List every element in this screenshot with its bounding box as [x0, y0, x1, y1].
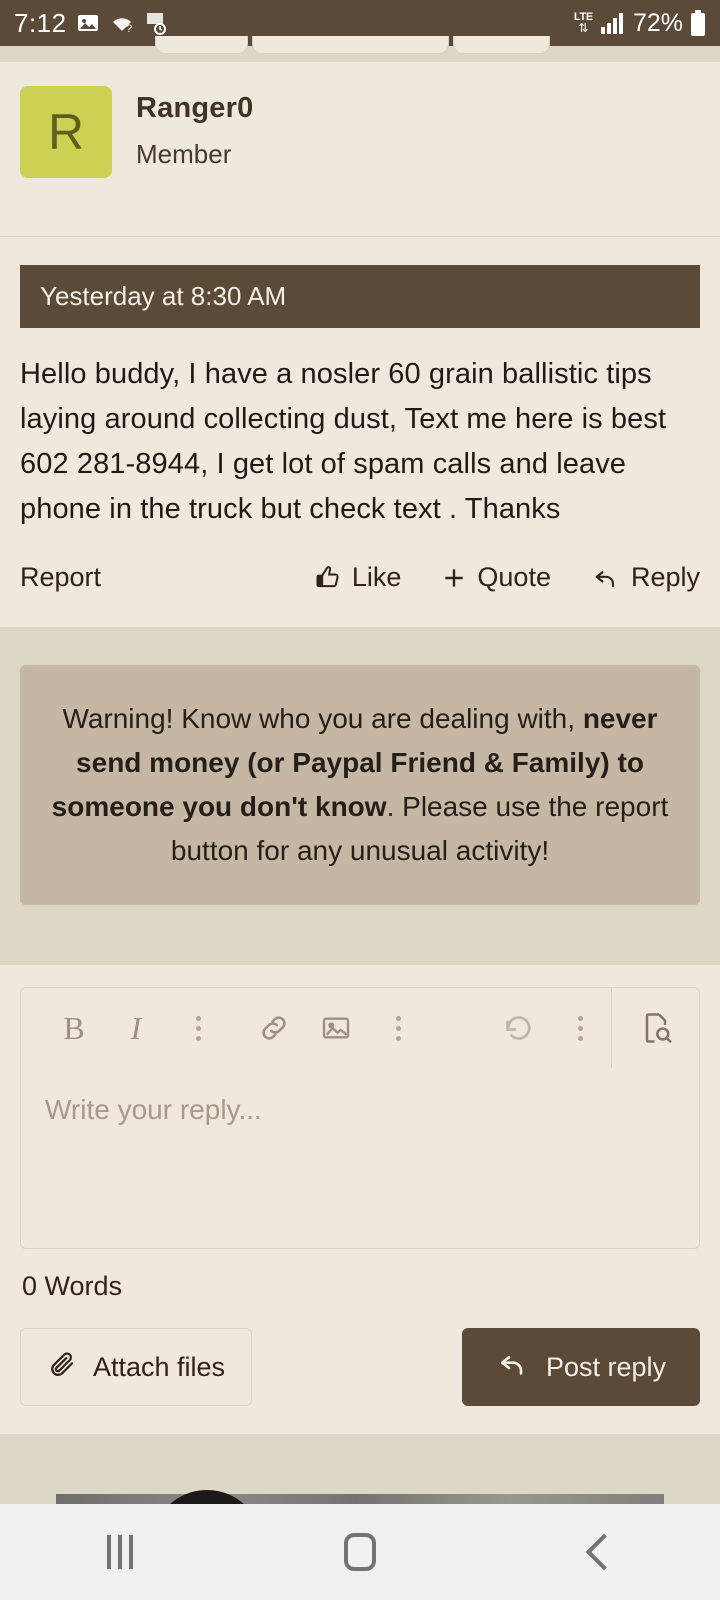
- reply-arrow-icon: [591, 564, 621, 592]
- quote-label: Quote: [477, 562, 551, 592]
- vertical-dots: [195, 1015, 201, 1041]
- reply-arrow-icon: [496, 1348, 530, 1387]
- home-button[interactable]: [300, 1504, 420, 1600]
- post-reply-label: Post reply: [545, 1351, 666, 1382]
- home-icon: [344, 1533, 376, 1571]
- insert-image-icon[interactable]: [305, 997, 367, 1059]
- vertical-dots: [395, 1015, 401, 1041]
- post-header: R Ranger0 Member: [0, 86, 720, 236]
- image-icon: [76, 11, 100, 35]
- like-label: Like: [351, 562, 402, 592]
- back-chevron-icon: [585, 1533, 623, 1571]
- author-role: Member: [136, 139, 232, 169]
- vertical-dots: [577, 1015, 583, 1041]
- post-timestamp-bar[interactable]: Yesterday at 8:30 AM: [20, 247, 700, 328]
- svg-text:?: ?: [126, 23, 132, 35]
- editor-toolbar: B I: [21, 988, 699, 1068]
- reply-label: Reply: [630, 562, 700, 592]
- status-bar-right: LTE ⇅ 72%: [574, 9, 706, 38]
- undo-icon[interactable]: [487, 997, 549, 1059]
- alarm-icon: [144, 11, 168, 35]
- warning-period: .: [386, 791, 395, 822]
- post-timestamp: Yesterday at 8:30 AM: [40, 281, 287, 311]
- post-reply-button[interactable]: Post reply: [461, 1328, 700, 1406]
- reply-button[interactable]: Reply: [591, 562, 700, 593]
- post-card: R Ranger0 Member Yesterday at 8:30 AM He…: [0, 62, 720, 627]
- thumbs-up-icon: [314, 564, 342, 592]
- battery-icon: [690, 10, 706, 36]
- avatar[interactable]: R: [20, 86, 112, 178]
- warning-line-1: Warning! Know who you are dealing with,: [62, 703, 576, 734]
- tab-partial-3[interactable]: [453, 36, 550, 54]
- word-count: 0 Words: [22, 1271, 123, 1301]
- italic-icon[interactable]: I: [105, 997, 167, 1059]
- wifi-question-icon: ?: [109, 11, 135, 35]
- like-button[interactable]: Like: [314, 562, 402, 593]
- tab-partial-1[interactable]: [155, 36, 248, 54]
- tab-strip-partial: [0, 36, 720, 62]
- attach-files-label: Attach files: [93, 1351, 226, 1382]
- phone-screen: 7:12 ? LTE ⇅ 72% R Ranger0 Member Yester…: [0, 0, 720, 1600]
- more-options-icon[interactable]: [367, 997, 429, 1059]
- editor-toolbar-right: [611, 988, 699, 1068]
- scam-warning-box: Warning! Know who you are dealing with, …: [20, 665, 700, 905]
- warning-section: Warning! Know who you are dealing with, …: [0, 627, 720, 965]
- recents-icon: [107, 1535, 133, 1569]
- bold-icon[interactable]: B: [43, 997, 105, 1059]
- more-options-icon[interactable]: [549, 997, 611, 1059]
- editor-button-row: Attach files Post reply: [20, 1328, 700, 1406]
- quote-button[interactable]: Quote: [441, 562, 551, 593]
- plus-icon: [441, 565, 467, 591]
- back-button[interactable]: [540, 1504, 660, 1600]
- data-arrows-icon: ⇅: [578, 21, 589, 35]
- battery-percent: 72%: [632, 8, 683, 37]
- android-nav-bar: [0, 1504, 720, 1600]
- post-message: Hello buddy, I have a nosler 60 grain ba…: [20, 358, 667, 525]
- report-button[interactable]: Report: [20, 562, 101, 593]
- attach-files-button[interactable]: Attach files: [20, 1328, 253, 1406]
- author-block: Ranger0 Member: [136, 86, 253, 170]
- recents-button[interactable]: [60, 1504, 180, 1600]
- reply-textarea[interactable]: Write your reply...: [21, 1068, 699, 1248]
- signal-bars-icon: [600, 12, 626, 34]
- link-icon[interactable]: [243, 997, 305, 1059]
- editor-toolbar-left: B I: [21, 997, 611, 1059]
- post-actions: Report Like Quote Reply: [20, 532, 700, 627]
- header-divider: [0, 236, 720, 237]
- post-body-wrapper: Yesterday at 8:30 AM Hello buddy, I have…: [0, 247, 720, 627]
- lte-icon: LTE ⇅: [574, 12, 593, 35]
- preview-icon[interactable]: [625, 997, 687, 1059]
- author-name[interactable]: Ranger0: [136, 92, 253, 125]
- more-options-icon[interactable]: [167, 997, 229, 1059]
- status-bar-left: 7:12 ?: [14, 8, 168, 39]
- tab-partial-2[interactable]: [252, 36, 449, 54]
- reply-editor: B I Write your reply...: [20, 987, 700, 1249]
- clock: 7:12: [14, 7, 67, 38]
- paperclip-icon: [47, 1349, 77, 1386]
- speech-arrow-icon: [60, 247, 96, 265]
- report-label: Report: [20, 562, 102, 592]
- reply-editor-section: B I Write your reply... 0 Words Attach f…: [0, 965, 720, 1434]
